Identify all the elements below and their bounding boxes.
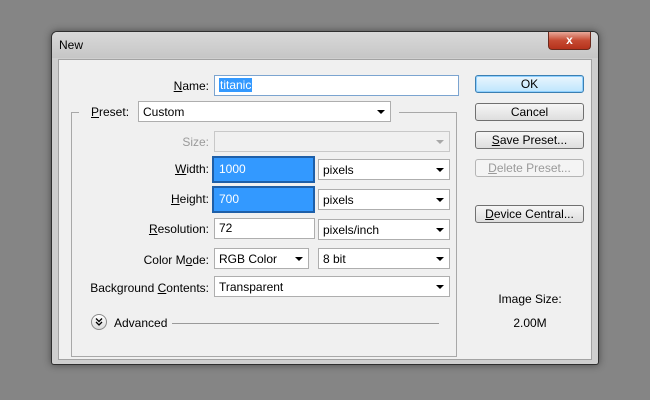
chevron-down-icon	[436, 198, 444, 202]
name-input[interactable]: titanic	[214, 75, 459, 96]
width-label: Width:	[174, 162, 209, 176]
resolution-label: Resolution:	[148, 222, 209, 236]
resolution-input[interactable]: 72	[214, 218, 315, 239]
close-icon: x	[566, 33, 573, 47]
image-size-value: 2.00M	[513, 316, 547, 330]
group-border-top-left	[71, 112, 79, 113]
height-unit-value: pixels	[323, 193, 354, 207]
chevron-down-icon	[436, 285, 444, 289]
preset-value: Custom	[143, 105, 185, 119]
color-mode-select[interactable]: RGB Color	[214, 248, 309, 269]
image-size-label: Image Size:	[498, 292, 562, 306]
new-document-dialog: New x Name: titanic Preset: Custom Size:	[51, 31, 599, 365]
height-label: Height:	[170, 192, 209, 206]
advanced-toggle[interactable]	[91, 314, 107, 330]
height-unit-select[interactable]: pixels	[318, 189, 450, 210]
ok-button[interactable]: OK	[475, 75, 584, 93]
height-input[interactable]: 700	[212, 186, 315, 213]
advanced-divider	[172, 323, 439, 324]
size-select	[214, 131, 450, 152]
window-title: New	[59, 38, 84, 52]
group-border-right	[456, 112, 457, 357]
group-border-left	[71, 112, 72, 357]
chevron-down-icon	[436, 168, 444, 172]
cancel-button[interactable]: Cancel	[475, 103, 584, 121]
name-value: titanic	[219, 78, 253, 92]
color-mode-label: Color Mode:	[143, 253, 209, 267]
save-preset-button[interactable]: Save Preset...	[475, 131, 584, 149]
chevron-down-icon	[436, 140, 444, 144]
device-central-button[interactable]: Device Central...	[475, 205, 584, 223]
background-contents-label: Background Contents:	[90, 281, 209, 295]
chevron-down-icon	[295, 257, 303, 261]
delete-preset-button: Delete Preset...	[475, 159, 584, 177]
bit-depth-value: 8 bit	[323, 252, 346, 266]
color-mode-value: RGB Color	[219, 252, 278, 266]
group-border-bottom	[71, 356, 457, 357]
resolution-unit-select[interactable]: pixels/inch	[318, 219, 450, 240]
title-bar[interactable]: New x	[52, 32, 598, 58]
dialog-body: Name: titanic Preset: Custom Size: Width…	[58, 59, 592, 360]
advanced-label: Advanced	[114, 316, 168, 330]
background-contents-select[interactable]: Transparent	[214, 276, 450, 297]
chevron-down-icon	[436, 228, 444, 232]
resolution-unit-value: pixels/inch	[323, 223, 380, 237]
size-label: Size:	[182, 135, 209, 149]
width-unit-value: pixels	[323, 163, 354, 177]
background-contents-value: Transparent	[219, 280, 284, 294]
width-unit-select[interactable]: pixels	[318, 159, 450, 180]
preset-label: Preset:	[91, 105, 130, 119]
width-input[interactable]: 1000	[212, 156, 315, 183]
name-label: Name:	[173, 79, 209, 93]
bit-depth-select[interactable]: 8 bit	[318, 248, 450, 269]
chevron-double-down-icon	[95, 318, 103, 326]
group-border-top-right	[399, 112, 456, 113]
close-button[interactable]: x	[548, 32, 591, 50]
chevron-down-icon	[377, 110, 385, 114]
preset-select[interactable]: Custom	[138, 101, 391, 122]
chevron-down-icon	[436, 257, 444, 261]
